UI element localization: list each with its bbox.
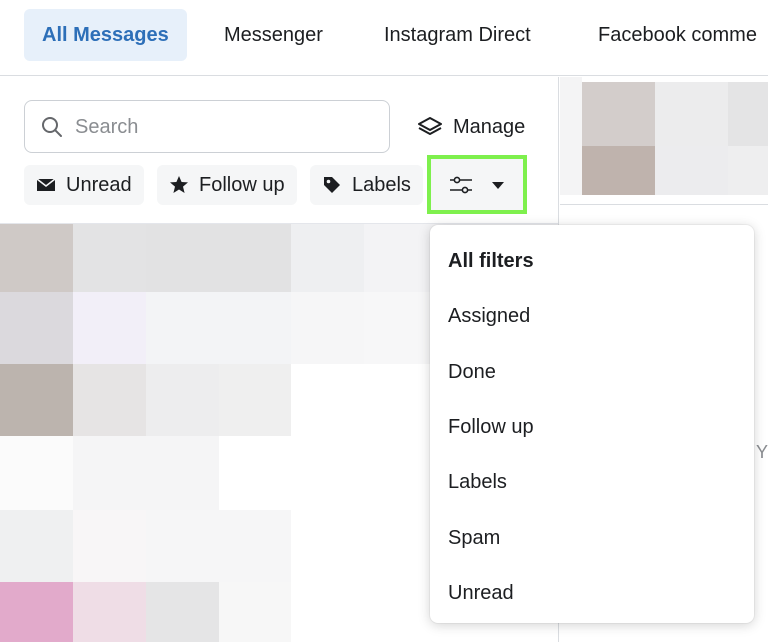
menu-item-assigned[interactable]: Assigned [448,301,530,331]
menu-item-spam[interactable]: Spam [448,523,500,553]
filter-chip-labels[interactable]: Labels [310,165,423,205]
caret-down-icon [492,181,504,189]
filter-chip-unread[interactable]: Unread [24,165,144,205]
search-input[interactable] [75,111,375,143]
tab-facebook-comments[interactable]: Facebook comme [580,9,768,61]
search-box[interactable] [24,100,390,153]
tag-icon [324,177,340,193]
chip-label: Labels [352,173,411,196]
channel-tabs: All Messages Messenger Instagram Direct … [0,0,768,76]
tab-messenger[interactable]: Messenger [206,9,341,61]
menu-item-labels[interactable]: Labels [448,467,507,497]
conversation-hint-text: Y [756,442,768,462]
star-icon [170,176,188,193]
menu-item-unread[interactable]: Unread [448,578,514,608]
tab-instagram-direct[interactable]: Instagram Direct [366,9,549,61]
manage-button[interactable]: Manage [417,112,525,142]
menu-item-done[interactable]: Done [448,357,496,387]
menu-item-all-filters[interactable]: All filters [448,246,534,276]
search-icon [42,117,62,137]
layers-icon [418,117,442,135]
filters-dropdown-menu: All filters Assigned Done Follow up Labe… [430,225,754,623]
more-filters-button[interactable] [427,155,527,214]
manage-label: Manage [453,115,526,138]
menu-item-follow-up[interactable]: Follow up [448,412,534,442]
tab-all-messages[interactable]: All Messages [24,9,187,61]
conversation-header-blurred [560,77,768,205]
chip-label: Follow up [199,173,285,196]
sliders-icon [450,176,472,193]
envelope-icon [36,178,56,191]
filter-chip-follow-up[interactable]: Follow up [157,165,297,205]
chip-label: Unread [66,173,132,196]
